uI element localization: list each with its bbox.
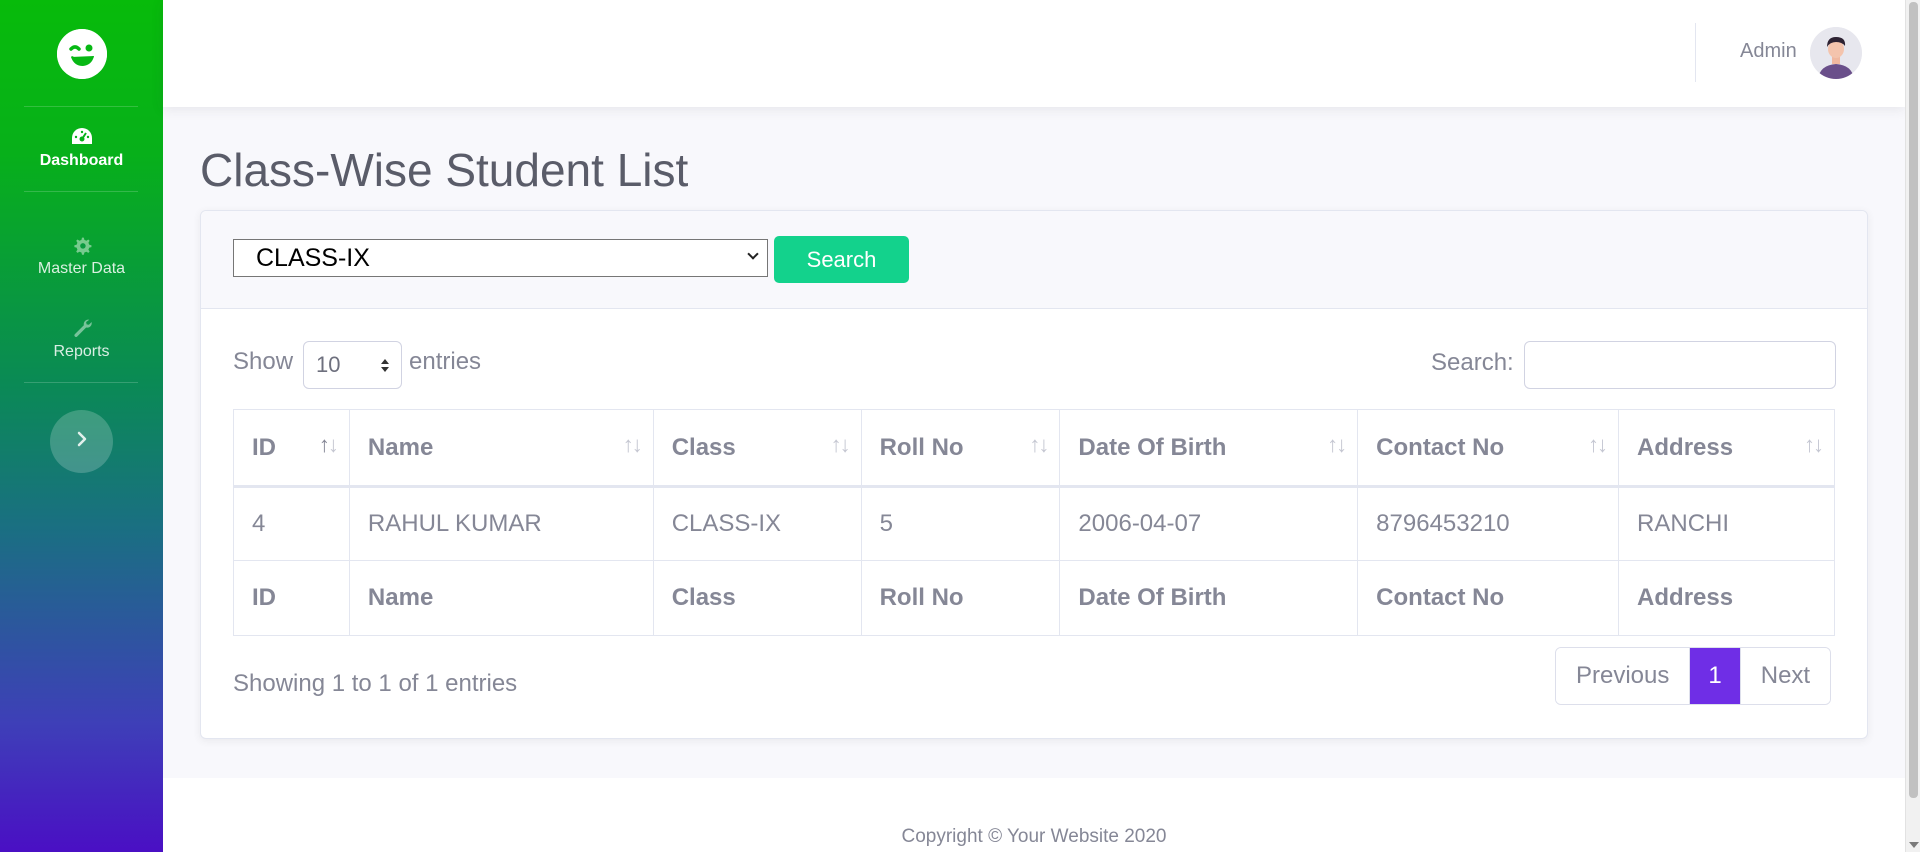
dashboard-gauge-icon [70, 126, 94, 148]
footer: Copyright © Your Website 2020 [163, 778, 1905, 852]
gear-icon [70, 234, 94, 256]
chevron-down-icon [747, 248, 759, 260]
entries-select-value: 10 [316, 352, 341, 377]
scrollbar-thumb[interactable] [1909, 2, 1918, 798]
column-header-address[interactable]: Address ↑↓ [1618, 409, 1835, 488]
sidebar-divider [24, 382, 138, 383]
user-name[interactable]: Admin [1740, 40, 1797, 63]
column-header-contact-no[interactable]: Contact No ↑↓ [1357, 409, 1620, 488]
topbar: Admin [163, 0, 1905, 107]
sort-down-arrow-icon [381, 367, 389, 372]
student-list-card: CLASS-IX Search Show 10 entries Search: … [200, 210, 1868, 739]
cell-class: CLASS-IX [652, 486, 862, 561]
entries-per-page-select[interactable]: 10 [303, 341, 402, 389]
footer-date-of-birth: Date Of Birth [1059, 560, 1359, 636]
sort-icon: ↑↓ [830, 432, 851, 457]
card-header: CLASS-IX Search [201, 211, 1867, 309]
footer-class: Class [652, 560, 862, 636]
sort-icon: ↑↓ [622, 432, 643, 457]
cell-roll-no: 5 [860, 486, 1061, 561]
search-button[interactable]: Search [774, 236, 909, 283]
footer-address: Address [1618, 560, 1835, 636]
sidebar-item-dashboard[interactable]: Dashboard [0, 126, 163, 170]
entries-label: entries [409, 348, 482, 375]
sidebar-divider [24, 106, 138, 107]
cell-contact-no: 8796453210 [1357, 486, 1620, 561]
sidebar-item-label: Master Data [37, 260, 126, 277]
next-page-button[interactable]: Next [1739, 648, 1831, 704]
class-select-value: CLASS-IX [256, 244, 370, 272]
sort-icon: ↑↓ [1327, 432, 1347, 457]
column-header-date-of-birth[interactable]: Date Of Birth ↑↓ [1059, 409, 1359, 488]
winking-smiley-icon [56, 28, 107, 79]
table-header-row: ID ↑↓ Name ↑↓ Class ↑↓ Roll No ↑↓ Date Of Bi… [233, 409, 1835, 488]
table-row: 4 RAHUL KUMAR CLASS-IX 5 2006-04-07 8796… [233, 486, 1835, 561]
sort-icon: ↑↓ [318, 432, 339, 457]
footer-roll-no: Roll No [860, 560, 1061, 636]
table-search-label: Search: [1431, 349, 1514, 376]
sort-up-arrow-icon [381, 359, 389, 364]
sidebar-toggle-button[interactable] [50, 410, 113, 473]
pagination: Previous 1 Next [1555, 647, 1832, 705]
brand[interactable] [0, 0, 163, 107]
page-scrollbar[interactable] [1905, 0, 1920, 852]
wrench-icon [70, 317, 94, 339]
column-header-class[interactable]: Class ↑↓ [652, 409, 862, 488]
sidebar-divider [24, 191, 138, 192]
cell-date-of-birth: 2006-04-07 [1059, 486, 1359, 561]
sidebar-item-reports[interactable]: Reports [0, 317, 163, 361]
chevron-right-icon [75, 431, 89, 452]
page-1-button[interactable]: 1 [1690, 648, 1740, 704]
copyright-text: Copyright © Your Website 2020 [901, 826, 1167, 847]
class-select[interactable]: CLASS-IX [233, 239, 768, 277]
sidebar-item-label: Dashboard [39, 152, 124, 169]
cell-id: 4 [233, 486, 350, 561]
cell-address: RANCHI [1618, 486, 1835, 561]
footer-id: ID [233, 560, 350, 636]
student-table: ID ↑↓ Name ↑↓ Class ↑↓ Roll No ↑↓ Date Of Bi… [233, 409, 1835, 636]
footer-contact-no: Contact No [1357, 560, 1620, 636]
cell-name: RAHUL KUMAR [348, 486, 654, 561]
sidebar-item-label: Reports [53, 343, 110, 360]
sort-icon: ↑↓ [1588, 432, 1608, 457]
previous-page-button[interactable]: Previous [1556, 648, 1691, 704]
column-header-id[interactable]: ID ↑↓ [233, 409, 350, 488]
sidebar: Dashboard Master Data Reports [0, 0, 163, 852]
table-info: Showing 1 to 1 of 1 entries [233, 670, 518, 697]
scroll-down-arrow-icon[interactable] [1909, 842, 1919, 848]
sort-icon: ↑↓ [1029, 432, 1049, 457]
column-header-roll-no[interactable]: Roll No ↑↓ [860, 409, 1061, 488]
topbar-divider [1695, 23, 1696, 82]
user-avatar[interactable] [1810, 27, 1862, 79]
sort-icon: ↑↓ [1804, 432, 1824, 457]
table-footer-row: ID Name Class Roll No Date Of Birth Cont… [233, 560, 1835, 636]
footer-name: Name [348, 560, 654, 636]
page-title: Class-Wise Student List [200, 144, 689, 196]
show-label: Show [233, 348, 294, 375]
sidebar-item-master-data[interactable]: Master Data [0, 234, 163, 278]
table-search-input[interactable] [1524, 341, 1836, 389]
column-header-name[interactable]: Name ↑↓ [348, 409, 654, 488]
